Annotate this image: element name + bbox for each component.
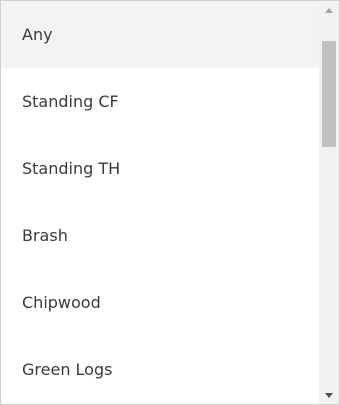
option-green-logs[interactable]: Green Logs (1, 336, 319, 403)
option-standing-th[interactable]: Standing TH (1, 135, 319, 202)
vertical-scrollbar[interactable] (319, 1, 339, 404)
scrollbar-thumb[interactable] (322, 41, 336, 147)
options-list: Any Standing CF Standing TH Brash Chipwo… (1, 1, 319, 404)
dropdown-menu: Any Standing CF Standing TH Brash Chipwo… (0, 0, 340, 405)
option-any[interactable]: Any (1, 1, 319, 68)
option-chipwood[interactable]: Chipwood (1, 269, 319, 336)
scroll-up-button[interactable] (319, 1, 339, 19)
option-standing-cf[interactable]: Standing CF (1, 68, 319, 135)
triangle-up-icon (325, 7, 333, 13)
option-brash[interactable]: Brash (1, 202, 319, 269)
scroll-down-button[interactable] (319, 386, 339, 404)
triangle-down-icon (325, 392, 333, 398)
